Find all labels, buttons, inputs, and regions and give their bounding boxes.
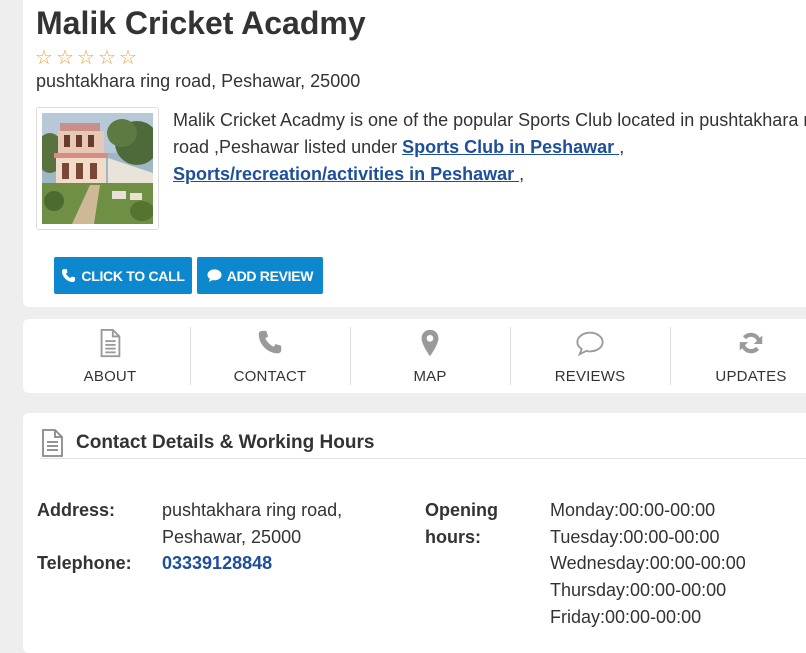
opening-hours-label-line: hours:	[425, 527, 481, 547]
nav-item-label: REVIEWS	[554, 368, 626, 385]
icon-wrap	[94, 327, 126, 359]
telephone-link[interactable]: 03339128848	[162, 550, 272, 577]
nav-item-about[interactable]: ABOUT	[30, 319, 190, 393]
phone-icon	[62, 268, 76, 283]
add-review-label: ADD REVIEW	[226, 267, 314, 284]
listing-header-card: Malik Cricket Acadmy ☆ ☆ ☆ ☆ ☆ pushtakhara r…	[23, 0, 806, 307]
divider	[40, 458, 806, 459]
nav-item-reviews[interactable]: REVIEWS	[510, 319, 670, 393]
icon-wrap	[574, 327, 606, 359]
phone-icon	[258, 330, 282, 354]
category-link-sports-recreation[interactable]: Sports/recreation/activities in Peshawar	[173, 164, 519, 184]
opening-hours-label-line: Opening	[425, 500, 498, 520]
nav-item-label: MAP	[413, 368, 447, 385]
listing-description: Malik Cricket Acadmy is one of the popul…	[173, 107, 806, 188]
hours-row: Friday:00:00-00:00	[550, 606, 702, 627]
click-to-call-button[interactable]: CLICK TO CALL	[54, 257, 192, 294]
star-icon[interactable]: ☆	[119, 45, 140, 70]
map-pin-icon	[421, 329, 439, 357]
icon-wrap	[414, 327, 446, 359]
description-separator: ,	[619, 137, 625, 157]
star-icon[interactable]: ☆	[98, 45, 119, 70]
speech-bubble-icon	[576, 331, 604, 357]
opening-hours-list: Monday:00:00-00:00 Tuesday:00:00-00:00 W…	[550, 497, 746, 631]
address-label: Address:	[37, 500, 116, 520]
nav-item-label: UPDATES	[715, 368, 787, 385]
icon-wrap	[254, 327, 286, 359]
star-icon[interactable]: ☆	[56, 45, 77, 70]
star-icon[interactable]: ☆	[77, 45, 98, 70]
hours-row: Monday:00:00-00:00	[550, 500, 716, 520]
category-link-sports-club[interactable]: Sports Club in Peshawar	[402, 137, 619, 157]
nav-item-label: ABOUT	[83, 368, 137, 385]
document-icon	[42, 429, 63, 457]
document-icon	[100, 328, 121, 358]
comment-icon	[207, 269, 222, 282]
nav-item-label: CONTACT	[233, 368, 307, 385]
hours-row: Wednesday:00:00-00:00	[550, 553, 746, 574]
section-title: Contact Details & Working Hours	[76, 432, 375, 453]
section-nav-bar: ABOUT CONTACT MAP REVIEWS UPDATES	[23, 319, 806, 393]
rating-stars[interactable]: ☆ ☆ ☆ ☆ ☆	[35, 45, 140, 70]
hours-row: Thursday:00:00-00:00	[550, 580, 727, 601]
building-photo-image	[42, 113, 153, 224]
listing-photo[interactable]	[36, 107, 159, 230]
hours-row: Tuesday:00:00-00:00	[550, 526, 720, 547]
address-value: pushtakhara ring road, Peshawar, 25000	[162, 497, 342, 551]
address-value-line: Peshawar, 25000	[162, 527, 302, 547]
section-header: Contact Details & Working Hours	[40, 428, 374, 458]
contact-details-card: Contact Details & Working Hours Address:…	[23, 413, 806, 653]
icon-wrap	[735, 327, 767, 359]
listing-title: Malik Cricket Acadmy	[36, 5, 366, 41]
star-icon[interactable]: ☆	[35, 45, 56, 70]
opening-hours-label: Opening hours:	[425, 497, 498, 551]
listing-address: pushtakhara ring road, Peshawar, 25000	[36, 71, 361, 91]
nav-item-updates[interactable]: UPDATES	[671, 319, 806, 393]
nav-item-contact[interactable]: CONTACT	[190, 319, 350, 393]
telephone-label: Telephone:	[37, 553, 132, 573]
refresh-icon	[739, 332, 763, 354]
address-value-line: pushtakhara ring road,	[162, 500, 343, 520]
nav-item-map[interactable]: MAP	[350, 319, 510, 393]
add-review-button[interactable]: ADD REVIEW	[197, 257, 323, 294]
description-separator: ,	[519, 164, 525, 184]
click-to-call-label: CLICK TO CALL	[81, 267, 185, 284]
